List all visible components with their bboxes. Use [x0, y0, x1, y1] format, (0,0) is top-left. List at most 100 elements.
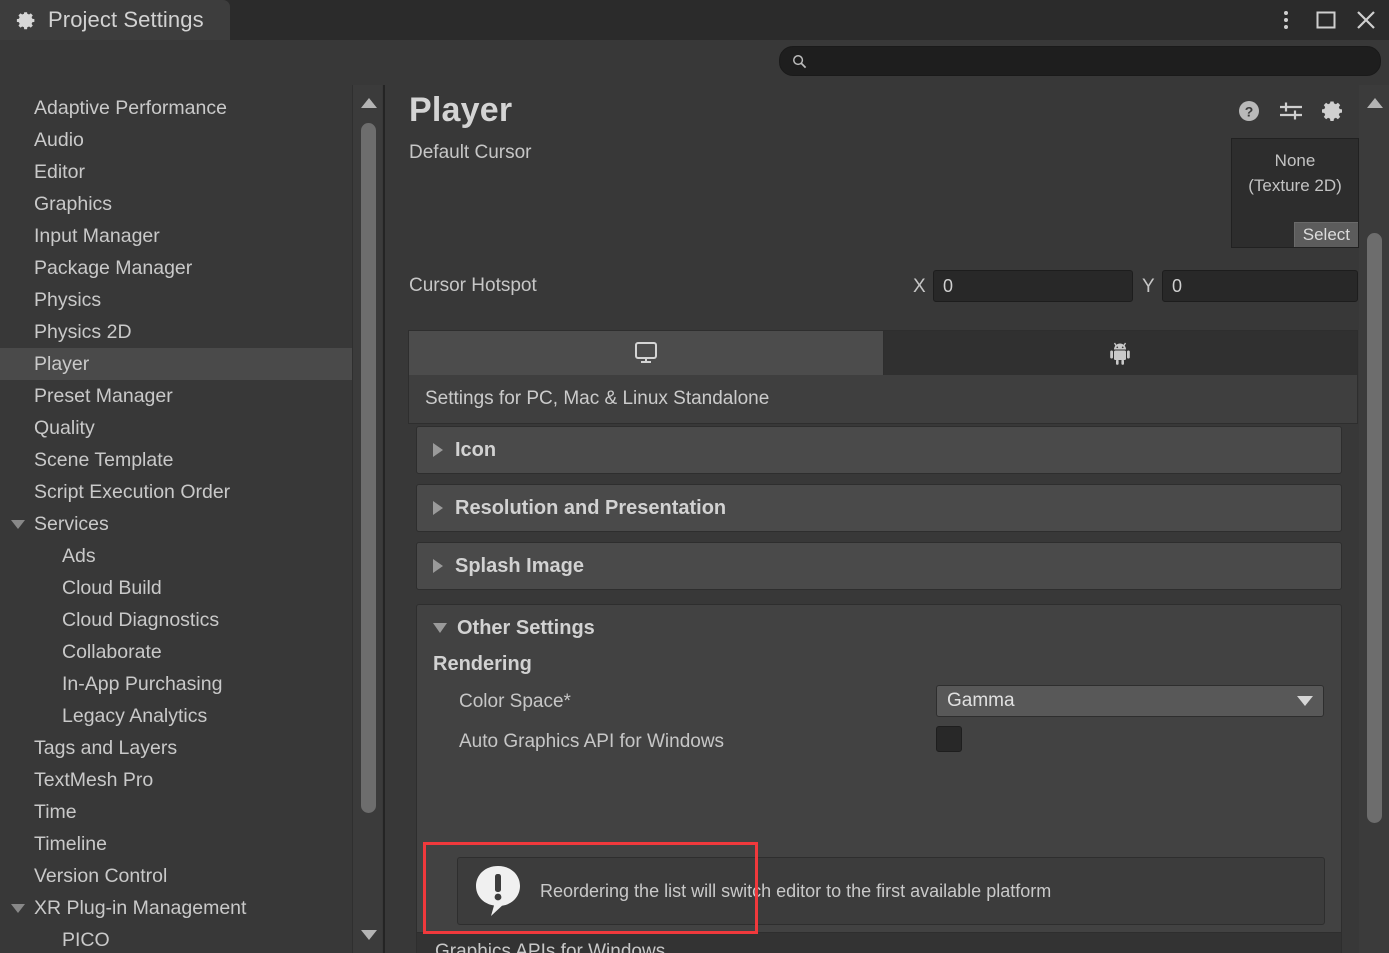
sidebar-item-adaptive-performance[interactable]: Adaptive Performance: [0, 92, 352, 124]
sidebar-item-label: Ads: [62, 544, 96, 567]
chevron-down-icon: [433, 623, 447, 633]
sidebar-item-timeline[interactable]: Timeline: [0, 828, 352, 860]
color-space-dropdown[interactable]: Gamma: [936, 685, 1324, 717]
sidebar-item-time[interactable]: Time: [0, 796, 352, 828]
sidebar-item-textmesh-pro[interactable]: TextMesh Pro: [0, 764, 352, 796]
sidebar-item-label: In-App Purchasing: [62, 672, 223, 695]
sidebar-item-audio[interactable]: Audio: [0, 124, 352, 156]
tab-standalone[interactable]: [409, 331, 884, 375]
sidebar-item-physics[interactable]: Physics: [0, 284, 352, 316]
auto-graphics-api-row: Auto Graphics API for Windows: [417, 722, 1341, 762]
gear-icon: [16, 11, 35, 29]
other-settings-panel: Other Settings Rendering Color Space* Ga…: [416, 604, 1342, 953]
search-icon: [793, 54, 807, 68]
sidebar-item-quality[interactable]: Quality: [0, 412, 352, 444]
sidebar-item-version-control[interactable]: Version Control: [0, 860, 352, 892]
gear-icon[interactable]: [1321, 99, 1345, 123]
foldout-resolution-and-presentation[interactable]: Resolution and Presentation: [416, 484, 1342, 532]
sidebar-item-physics-2d[interactable]: Physics 2D: [0, 316, 352, 348]
sidebar-item-label: Quality: [34, 416, 95, 439]
sidebar-item-tags-and-layers[interactable]: Tags and Layers: [0, 732, 352, 764]
sidebar-item-xr-plug-in-management[interactable]: XR Plug-in Management: [0, 892, 352, 924]
tab-label: Project Settings: [48, 7, 204, 32]
platform-description: Settings for PC, Mac & Linux Standalone: [409, 375, 1357, 423]
hotspot-y-input[interactable]: [1172, 275, 1357, 297]
sidebar-item-label: Timeline: [34, 832, 107, 855]
sidebar-item-label: Graphics: [34, 192, 113, 215]
project-settings-window: Project Settings Adaptive Performance Aud…: [0, 0, 1389, 953]
close-icon[interactable]: [1349, 3, 1383, 37]
platform-tabs: [409, 331, 1357, 375]
sidebar-item-label: PICO: [62, 928, 110, 951]
sidebar-item-input-manager[interactable]: Input Manager: [0, 220, 352, 252]
chevron-right-icon: [433, 559, 443, 573]
sidebar-item-player[interactable]: Player: [0, 348, 352, 380]
sidebar-scroll-track[interactable]: [361, 113, 376, 925]
sidebar-item-scene-template[interactable]: Scene Template: [0, 444, 352, 476]
scroll-up-arrow-icon[interactable]: [1367, 98, 1383, 108]
graphics-apis-list: Graphics APIs for Windows Direct3D11 + −: [416, 932, 1342, 953]
sidebar-item-in-app-purchasing[interactable]: In-App Purchasing: [0, 668, 352, 700]
foldout-label: Splash Image: [455, 554, 584, 577]
foldout-icon[interactable]: Icon: [416, 426, 1342, 474]
rendering-section-label: Rendering: [433, 653, 532, 675]
sidebar-item-pico[interactable]: PICO: [0, 924, 352, 953]
main-scrollbar[interactable]: [1359, 85, 1389, 953]
player-settings-panel: Player ? Default Cursor None (Texture 2D…: [385, 85, 1389, 953]
color-space-label: Color Space*: [459, 691, 571, 712]
color-space-value: Gamma: [947, 690, 1015, 711]
chevron-down-icon[interactable]: [11, 519, 25, 529]
auto-graphics-api-checkbox[interactable]: [936, 726, 962, 752]
sidebar-item-ads[interactable]: Ads: [0, 540, 352, 572]
sidebar-item-script-execution-order[interactable]: Script Execution Order: [0, 476, 352, 508]
title-bar: Project Settings: [0, 0, 1389, 40]
hotspot-x-field[interactable]: [933, 270, 1133, 302]
sidebar-item-label: Script Execution Order: [34, 480, 231, 503]
chevron-down-icon: [1297, 696, 1313, 706]
scroll-up-arrow-icon[interactable]: [361, 98, 377, 108]
graphics-apis-header[interactable]: Graphics APIs for Windows: [417, 933, 1341, 953]
preset-sliders-icon[interactable]: [1278, 99, 1304, 123]
sidebar-item-label: Physics: [34, 288, 102, 311]
sidebar-item-preset-manager[interactable]: Preset Manager: [0, 380, 352, 412]
default-cursor-object-field[interactable]: None (Texture 2D) Select: [1231, 138, 1359, 248]
page-title: Player: [409, 91, 513, 129]
project-settings-tab[interactable]: Project Settings: [0, 0, 230, 40]
chevron-right-icon: [433, 501, 443, 515]
sidebar-item-package-manager[interactable]: Package Manager: [0, 252, 352, 284]
sidebar-item-label: Package Manager: [34, 256, 193, 279]
sidebar-scrollbar[interactable]: [352, 85, 382, 953]
help-icon[interactable]: ?: [1237, 99, 1261, 123]
search-input[interactable]: [815, 53, 1355, 69]
sidebar-item-collaborate[interactable]: Collaborate: [0, 636, 352, 668]
settings-sidebar[interactable]: Adaptive Performance Audio Editor Graphics I…: [0, 85, 352, 953]
sidebar-item-label: Version Control: [34, 864, 168, 887]
tab-android[interactable]: [883, 331, 1357, 375]
color-space-row: Color Space* Gamma: [417, 682, 1341, 722]
chevron-down-icon[interactable]: [11, 903, 25, 913]
sidebar-item-services[interactable]: Services: [0, 508, 352, 540]
main-scroll-thumb[interactable]: [1367, 233, 1382, 823]
sidebar-item-editor[interactable]: Editor: [0, 156, 352, 188]
select-button[interactable]: Select: [1293, 222, 1358, 247]
sidebar-item-cloud-build[interactable]: Cloud Build: [0, 572, 352, 604]
hotspot-x-input[interactable]: [943, 275, 1132, 297]
foldout-splash-image[interactable]: Splash Image: [416, 542, 1342, 590]
sidebar-item-graphics[interactable]: Graphics: [0, 188, 352, 220]
sidebar-scroll-thumb[interactable]: [361, 123, 376, 813]
hotspot-y-field[interactable]: [1162, 270, 1358, 302]
sidebar-item-cloud-diagnostics[interactable]: Cloud Diagnostics: [0, 604, 352, 636]
sidebar-item-label: Player: [34, 352, 90, 375]
sidebar-item-label: Audio: [34, 128, 84, 151]
foldout-other-settings[interactable]: Other Settings: [417, 605, 1341, 651]
foldout-label: Resolution and Presentation: [455, 496, 727, 519]
reorder-info-box: Reordering the list will switch editor t…: [457, 857, 1325, 925]
scroll-down-arrow-icon[interactable]: [361, 930, 377, 940]
search-bar-row: [0, 40, 1389, 85]
sidebar-item-legacy-analytics[interactable]: Legacy Analytics: [0, 700, 352, 732]
maximize-icon[interactable]: [1309, 3, 1343, 37]
search-field[interactable]: [779, 46, 1381, 76]
more-options-icon[interactable]: [1269, 3, 1303, 37]
sidebar-item-label: Adaptive Performance: [34, 96, 227, 119]
main-scroll-track[interactable]: [1367, 113, 1382, 925]
